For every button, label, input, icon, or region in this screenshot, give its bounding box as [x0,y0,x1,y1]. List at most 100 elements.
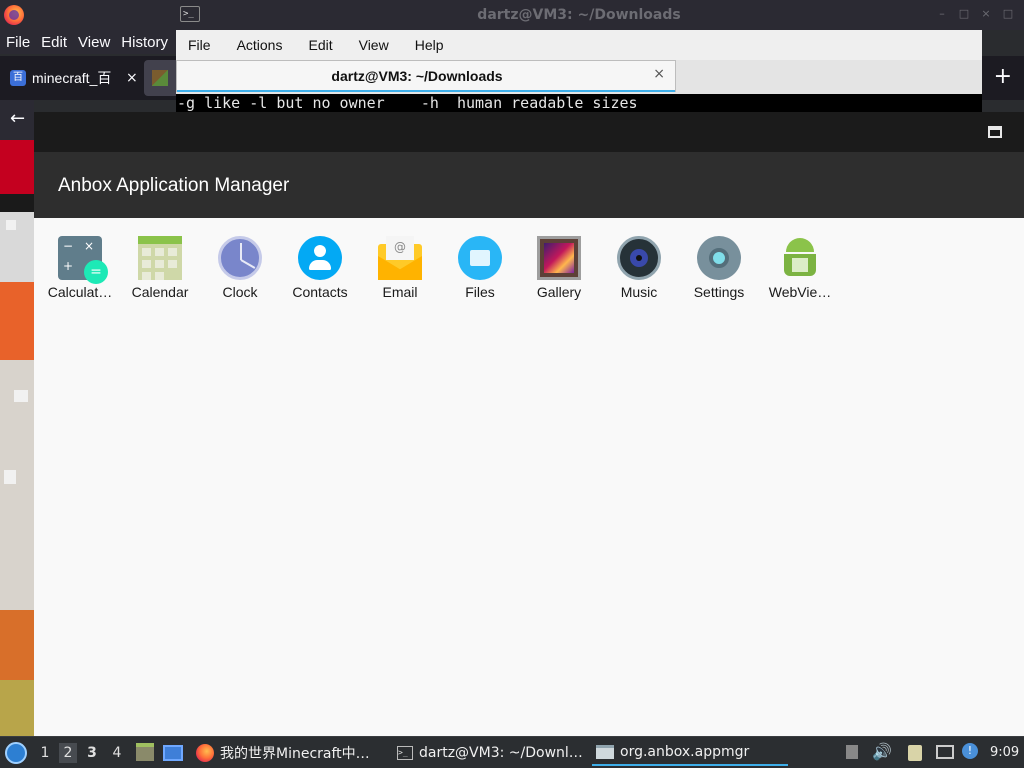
app-email[interactable]: @ Email [360,230,440,306]
app-label: WebVie… [768,284,832,300]
close-icon[interactable]: × [126,70,138,86]
firefox-navbar: ← [0,100,34,140]
task-firefox[interactable]: 我的世界Minecraft中… [192,740,388,766]
contacts-icon [298,236,342,280]
minecraft-favicon-icon [152,70,168,86]
terminal-tab[interactable]: dartz@VM3: ~/Downloads × [176,60,676,92]
firefox-tab-active[interactable] [144,60,176,96]
terminal-menubar: File Actions Edit View Help [176,30,982,60]
clock-icon [218,236,262,280]
email-icon: @ [378,236,422,280]
desktop-2-button[interactable]: 2 [59,743,77,763]
task-label: org.anbox.appmgr [620,744,750,760]
calculator-icon: − × + = [58,236,108,284]
terminal-icon: >_ [397,746,413,760]
volume-icon[interactable]: 🔊 [872,742,892,761]
task-anbox[interactable]: org.anbox.appmgr [592,740,788,766]
file-manager-icon[interactable] [136,743,154,761]
firefox-tab-minecraft[interactable]: 百 minecraft_百 × [6,60,138,96]
minus-glyph: − [63,239,74,253]
terminal-menu-view[interactable]: View [351,37,397,53]
desktop-4-button[interactable]: 4 [108,743,126,763]
app-label: Clock [222,284,258,300]
app-label: Calendar [131,284,189,300]
new-tab-button[interactable]: + [994,66,1012,88]
app-label: Calculat… [47,284,113,300]
at-glyph: @ [386,236,414,260]
terminal-menu-file[interactable]: File [180,37,219,53]
app-files[interactable]: Files [440,230,520,306]
restore-window-icon[interactable] [988,126,1002,138]
clipboard-icon[interactable] [908,745,922,761]
page-title: Anbox Application Manager [58,175,290,196]
settings-icon [697,236,741,280]
app-label: Files [465,284,495,300]
show-desktop-icon[interactable] [163,745,183,761]
close-icon[interactable]: × [980,8,992,20]
app-grid: − × + = Calculat… Calendar Clock Contact… [34,230,1024,310]
terminal-menu-help[interactable]: Help [407,37,452,53]
baidu-favicon-icon: 百 [10,70,26,86]
times-glyph: × [84,239,95,253]
terminal-menu-actions[interactable]: Actions [229,37,291,53]
minecraft-art-pixel [14,390,28,402]
clock[interactable]: 9:09 [990,745,1019,760]
app-music[interactable]: Music [599,230,679,306]
terminal-menu-edit[interactable]: Edit [300,37,340,53]
app-label: Email [382,284,418,300]
task-terminal[interactable]: >_ dartz@VM3: ~/Downl… [393,740,587,766]
webview-icon [778,236,822,280]
firefox-menu-view[interactable]: View [73,34,115,51]
app-contacts[interactable]: Contacts [280,230,360,306]
minecraft-art-pixel [6,220,16,230]
task-label: 我的世界Minecraft中… [220,746,370,762]
restore-icon[interactable]: □ [1002,8,1014,20]
firefox-icon [196,744,214,762]
app-label: Gallery [536,284,582,300]
terminal-tab-title: dartz@VM3: ~/Downloads [331,68,503,84]
firefox-page-content [0,140,34,736]
firefox-menu-history[interactable]: History [116,34,173,51]
update-notification-icon[interactable]: ! [962,743,978,759]
back-arrow-icon[interactable]: ← [10,108,25,129]
app-settings[interactable]: Settings [679,230,759,306]
anbox-top-bar [34,112,1024,152]
files-icon [458,236,502,280]
anbox-header: Anbox Application Manager [34,152,1024,218]
desktop-3-button[interactable]: 3 [83,743,101,763]
app-webview[interactable]: WebVie… [760,230,840,306]
app-label: Settings [693,284,745,300]
start-menu-icon[interactable] [5,742,27,764]
app-clock[interactable]: Clock [200,230,280,306]
terminal-output-line: -g like -l but no owner -h human readabl… [177,94,638,112]
equals-glyph: = [84,260,108,284]
network-icon[interactable] [936,745,954,759]
desktop-1-button[interactable]: 1 [36,743,54,763]
taskbar: 1 2 3 4 我的世界Minecraft中… >_ dartz@VM3: ~/… [0,736,1024,768]
app-calendar[interactable]: Calendar [120,230,200,306]
firefox-menu-file[interactable]: File [1,34,35,51]
terminal-titlebar: >_ dartz@VM3: ~/Downloads [176,0,982,30]
firefox-menubar: File Edit View History [0,30,176,54]
app-label: Music [620,284,658,300]
maximize-icon[interactable]: □ [958,8,970,20]
terminal-output[interactable]: -g like -l but no owner -h human readabl… [176,94,982,112]
calendar-icon [138,236,182,280]
terminal-window: >_ dartz@VM3: ~/Downloads File Actions E… [176,0,982,112]
gallery-icon [537,236,581,280]
terminal-window-title: dartz@VM3: ~/Downloads [477,7,681,23]
plus-glyph: + [63,259,74,273]
anbox-window: Anbox Application Manager − × + = Calcul… [34,112,1024,736]
app-gallery[interactable]: Gallery [519,230,599,306]
app-label: Contacts [292,284,348,300]
firefox-menu-edit[interactable]: Edit [36,34,72,51]
app-calculator[interactable]: − × + = Calculat… [40,230,120,306]
tray-up-arrow-icon[interactable] [846,745,858,759]
window-controls: – □ × □ [936,8,1014,20]
music-icon [617,236,661,280]
firefox-icon [4,5,24,25]
close-icon[interactable]: × [653,66,665,82]
terminal-tabbar: dartz@VM3: ~/Downloads × [176,60,982,94]
window-icon [596,745,614,759]
minimize-icon[interactable]: – [936,8,948,20]
